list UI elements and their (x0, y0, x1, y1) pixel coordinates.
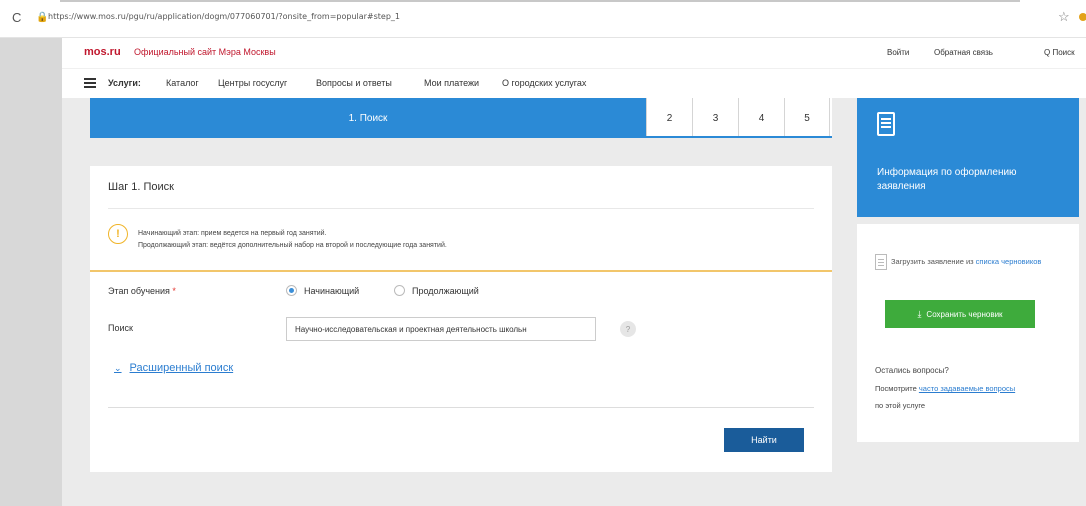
info-panel-title: Информация по оформлению заявления (877, 167, 1017, 192)
step-2: 2 (646, 98, 692, 138)
bookmark-star-icon[interactable]: ☆ (1058, 9, 1070, 25)
step-indicator: 1. Поиск 2 3 4 5 (90, 98, 832, 138)
nav-item-services[interactable]: Услуги: (108, 78, 141, 88)
faq-link[interactable]: часто задаваемые вопросы (919, 384, 1015, 393)
radio-beginner-label: Начинающий (304, 285, 360, 296)
left-gutter (0, 38, 62, 506)
main-nav: Услуги: Каталог Центры госуслуг Вопросы … (62, 68, 1086, 98)
step-title: Шаг 1. Поиск (108, 181, 174, 193)
advanced-search-link[interactable]: ⌄ Расширенный поиск (114, 362, 233, 374)
site-tagline[interactable]: Официальный сайт Мэра Москвы (134, 47, 276, 57)
warning-icon: ! (108, 224, 128, 244)
draft-card: Загрузить заявление из списка черновиков… (857, 224, 1079, 442)
browser-toolbar: C 🔒 https://www.mos.ru/pgu/ru/applicatio… (0, 0, 1086, 38)
radio-checked-icon[interactable] (286, 285, 297, 296)
draft-document-icon (875, 254, 887, 270)
info-text-beginner: Начинающий этап: прием ведется на первый… (138, 230, 327, 237)
stage-label-text: Этап обучения (108, 286, 170, 296)
header-search-button[interactable]: Q Поиск (1044, 48, 1075, 57)
required-mark: * (169, 286, 176, 296)
notice-divider (90, 270, 832, 272)
nav-item-service-centers[interactable]: Центры госуслуг (218, 78, 287, 88)
step-5: 5 (784, 98, 830, 138)
find-button[interactable]: Найти (724, 428, 804, 452)
faq-suffix: по этой услуге (875, 401, 926, 410)
reload-icon[interactable]: C (12, 10, 21, 25)
download-icon: ⤓ (917, 308, 922, 319)
advanced-search-label: Расширенный поиск (129, 362, 234, 374)
faq-line: Посмотрите часто задаваемые вопросы (875, 384, 1015, 393)
login-link[interactable]: Войти (887, 48, 909, 57)
divider (108, 208, 814, 209)
site-header: mos.ru Официальный сайт Мэра Москвы Войт… (62, 38, 1086, 68)
chevron-down-icon: ⌄ (114, 362, 122, 373)
address-bar[interactable]: https://www.mos.ru/pgu/ru/application/do… (48, 12, 400, 21)
faq-prefix: Посмотрите (875, 384, 919, 393)
nav-item-about-services[interactable]: О городских услугах (502, 78, 586, 88)
save-draft-button[interactable]: ⤓ Сохранить черновик (885, 300, 1035, 328)
search-label: Поиск (108, 323, 133, 333)
help-icon[interactable]: ? (620, 321, 636, 337)
load-draft-text: Загрузить заявление из списка черновиков (891, 256, 1071, 267)
questions-title: Остались вопросы? (875, 366, 949, 375)
radio-unchecked-icon[interactable] (394, 285, 405, 296)
radio-beginner[interactable]: Начинающий (286, 285, 359, 296)
load-draft-prefix: Загрузить заявление из (891, 257, 976, 266)
step-3: 3 (692, 98, 738, 138)
divider (108, 407, 814, 408)
radio-continuing[interactable]: Продолжающий (394, 285, 479, 296)
nav-item-faq[interactable]: Вопросы и ответы (316, 78, 392, 88)
lock-icon: 🔒 (36, 12, 49, 23)
radio-continuing-label: Продолжающий (412, 285, 479, 296)
step-bar-underline (90, 136, 832, 138)
nav-item-catalog[interactable]: Каталог (166, 78, 199, 88)
search-input[interactable] (286, 317, 596, 341)
document-icon (877, 112, 895, 136)
search-form-card: Шаг 1. Поиск ! Начинающий этап: прием ве… (90, 166, 832, 472)
menu-icon[interactable] (84, 78, 96, 88)
step-1-active: 1. Поиск (90, 98, 646, 138)
save-draft-label: Сохранить черновик (926, 309, 1003, 319)
nav-item-payments[interactable]: Мои платежи (424, 78, 479, 88)
drafts-list-link[interactable]: списка черновиков (976, 257, 1042, 266)
info-text-continuing: Продолжающий этап: ведётся дополнительны… (138, 242, 447, 249)
stage-label: Этап обучения * (108, 286, 176, 296)
site-logo[interactable]: mos.ru (84, 46, 121, 58)
info-panel[interactable]: Информация по оформлению заявления (857, 98, 1079, 217)
tab-strip-edge (60, 0, 1020, 2)
extension-icon[interactable] (1079, 13, 1086, 21)
feedback-link[interactable]: Обратная связь (934, 48, 993, 57)
step-4: 4 (738, 98, 784, 138)
